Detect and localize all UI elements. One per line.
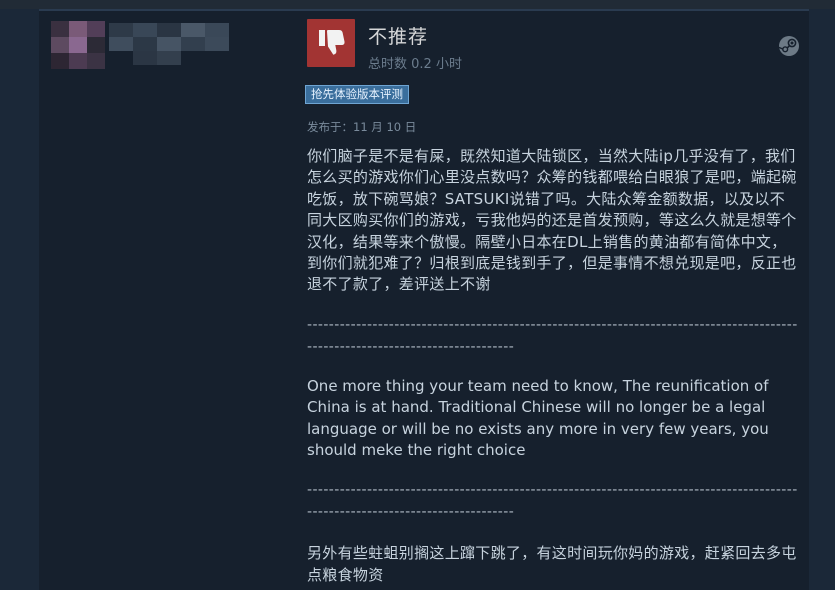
top-strip bbox=[0, 0, 835, 9]
avatar[interactable] bbox=[51, 21, 105, 69]
author-name[interactable] bbox=[109, 23, 249, 67]
playtime-hours: 总时数 0.2 小时 bbox=[368, 57, 462, 72]
early-access-badge: 抢先体验版本评测 bbox=[305, 85, 409, 104]
review-paragraph-1: 你们脑子是不是有屎，既然知道大陆锁区，当然大陆ip几乎没有了，我们怎么买的游戏你… bbox=[307, 147, 797, 294]
posted-date: 发布于：11 月 10 日 bbox=[307, 120, 417, 134]
review-author[interactable] bbox=[39, 11, 297, 91]
steam-icon bbox=[778, 35, 800, 57]
verdict-title[interactable]: 不推荐 bbox=[368, 22, 428, 49]
review-body: 你们脑子是不是有屎，既然知道大陆锁区，当然大陆ip几乎没有了，我们怎么买的游戏你… bbox=[307, 146, 799, 586]
review-paragraph-3: 另外有些蛀蛆别搁这上蹿下跳了，有这时间玩你妈的游戏，赶紧回去多屯点粮食物资 bbox=[307, 544, 797, 584]
separator-line-2: ----------------------------------------… bbox=[307, 482, 798, 521]
thumbs-down-icon bbox=[307, 19, 355, 67]
review-card: 不推荐 总时数 0.2 小时 抢先体验版本评测 发布于：11 月 10 日 你们… bbox=[39, 9, 809, 590]
separator-line-1: ----------------------------------------… bbox=[307, 316, 798, 355]
review-paragraph-2: One more thing your team need to know, T… bbox=[307, 376, 769, 460]
